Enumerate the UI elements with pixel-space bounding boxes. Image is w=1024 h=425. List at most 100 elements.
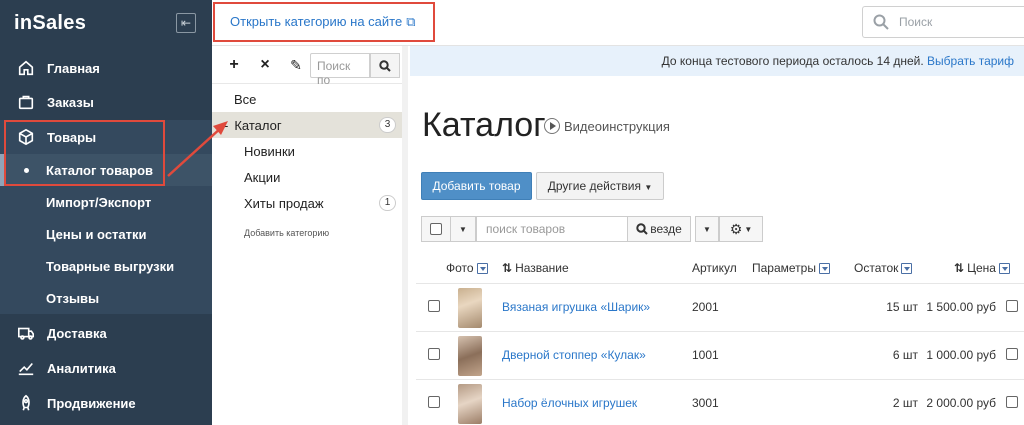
sidebar-item-delivery[interactable]: Доставка xyxy=(0,316,212,350)
column-label: Фото xyxy=(446,261,474,275)
column-photo[interactable]: Фото xyxy=(446,261,488,275)
row-checkbox[interactable] xyxy=(428,300,440,312)
product-name-link[interactable]: Набор ёлочных игрушек xyxy=(502,396,637,410)
play-icon xyxy=(544,118,560,134)
sidebar-subitem-feeds[interactable]: Товарные выгрузки xyxy=(0,250,212,282)
app-logo[interactable]: inSales xyxy=(14,12,86,35)
video-instruction-label: Видеоинструкция xyxy=(564,118,670,134)
sidebar-item-label: Доставка xyxy=(47,325,107,341)
table-header: Фото ⇅ Название Артикул Параметры Остаток… xyxy=(416,252,1024,282)
table-row[interactable]: Набор ёлочных игрушек 3001 2 шт 2 000.00… xyxy=(416,379,1024,425)
column-params[interactable]: Параметры xyxy=(752,261,830,275)
product-stock: 6 шт xyxy=(892,348,918,362)
sidebar-item-analytics[interactable]: Аналитика xyxy=(0,351,212,385)
close-icon[interactable]: × xyxy=(255,55,275,75)
product-thumbnail[interactable] xyxy=(458,336,482,376)
sidebar-item-label: Главная xyxy=(47,60,100,76)
global-search[interactable]: Поиск xyxy=(862,6,1024,38)
other-actions-label: Другие действия xyxy=(547,179,641,193)
sidebar-subitem-import-export[interactable]: Импорт/Экспорт xyxy=(0,186,212,218)
product-thumbnail[interactable] xyxy=(458,384,482,424)
sidebar-subitem-label: Импорт/Экспорт xyxy=(46,194,152,210)
product-price: 1 500.00 руб xyxy=(926,300,996,314)
row-checkbox[interactable] xyxy=(428,348,440,360)
category-item-catalog[interactable]: - Каталог 3 xyxy=(212,112,402,138)
checkbox xyxy=(430,223,442,235)
global-search-placeholder: Поиск xyxy=(899,15,933,29)
search-scope-button[interactable]: везде xyxy=(627,216,691,242)
category-label: Все xyxy=(234,91,257,107)
category-search-button[interactable] xyxy=(370,53,400,78)
table-row[interactable]: Дверной стоппер «Кулак» 1001 6 шт 1 000.… xyxy=(416,331,1024,379)
sidebar-item-orders[interactable]: Заказы xyxy=(0,85,212,119)
bulk-select-dropdown[interactable]: ▼ xyxy=(450,216,476,242)
column-price[interactable]: ⇅ Цена xyxy=(954,261,1010,275)
other-actions-dropdown[interactable]: Другие действия ▼ xyxy=(536,172,664,200)
sort-icon: ⇅ xyxy=(954,261,965,275)
collapse-left-icon[interactable]: ⇤ xyxy=(176,13,196,33)
table-row[interactable]: Вязаная игрушка «Шарик» 2001 15 шт 1 500… xyxy=(416,283,1024,331)
pencil-icon[interactable]: ✎ xyxy=(286,55,306,75)
row-action-checkbox[interactable] xyxy=(1006,348,1018,360)
bag-icon xyxy=(16,92,36,112)
sidebar-subitem-reviews[interactable]: Отзывы xyxy=(0,282,212,314)
category-toolbar: + × ✎ Поиск по xyxy=(212,46,408,87)
column-name[interactable]: ⇅ Название xyxy=(502,261,569,275)
sort-icon: ⇅ xyxy=(502,261,513,275)
caret-down-icon: ▼ xyxy=(459,224,467,234)
add-category-link[interactable]: Добавить категорию xyxy=(244,228,329,238)
column-label: Название xyxy=(515,261,569,275)
column-label: Цена xyxy=(967,261,996,275)
row-action-checkbox[interactable] xyxy=(1006,300,1018,312)
dropdown-icon[interactable] xyxy=(998,262,1010,274)
product-price: 1 000.00 руб xyxy=(926,348,996,362)
product-name-link[interactable]: Дверной стоппер «Кулак» xyxy=(502,348,646,362)
category-item-hits[interactable]: Хиты продаж 1 xyxy=(212,190,402,216)
gear-icon: ⚙ xyxy=(729,220,743,237)
column-label: Параметры xyxy=(752,261,816,275)
add-icon[interactable]: + xyxy=(224,55,244,75)
dropdown-icon[interactable] xyxy=(476,262,488,274)
video-instruction-link[interactable]: Видеоинструкция xyxy=(544,118,670,134)
category-item-sales[interactable]: Акции xyxy=(212,164,402,190)
category-label: Акции xyxy=(244,169,281,185)
category-item-all[interactable]: Все xyxy=(212,86,402,112)
category-panel: + × ✎ Поиск по Все - Каталог 3 Новинки А… xyxy=(212,46,408,425)
product-name-link[interactable]: Вязаная игрушка «Шарик» xyxy=(502,300,650,314)
panel-scrollbar[interactable] xyxy=(402,46,408,425)
row-action-checkbox[interactable] xyxy=(1006,396,1018,408)
column-label: Артикул xyxy=(692,261,737,275)
settings-dropdown[interactable]: ⚙ ▼ xyxy=(719,216,763,242)
dropdown-icon[interactable] xyxy=(901,262,913,274)
column-label: Остаток xyxy=(854,261,899,275)
scope-dropdown[interactable]: ▼ xyxy=(695,216,719,242)
product-search-input[interactable]: поиск товаров xyxy=(476,216,628,242)
choose-plan-link[interactable]: Выбрать тариф xyxy=(927,54,1014,68)
column-sku[interactable]: Артикул xyxy=(692,261,737,275)
product-stock: 15 шт xyxy=(886,300,918,314)
search-icon xyxy=(873,14,889,30)
trial-text: До конца тестового периода осталось 14 д… xyxy=(661,54,924,68)
highlight-box xyxy=(213,2,435,42)
category-item-new[interactable]: Новинки xyxy=(212,138,402,164)
collapse-dash-icon[interactable]: - xyxy=(224,118,228,133)
select-all-checkbox[interactable] xyxy=(421,216,451,242)
page-title: Каталог xyxy=(422,106,546,144)
dropdown-icon[interactable] xyxy=(818,262,830,274)
caret-down-icon: ▼ xyxy=(644,183,653,192)
product-thumbnail[interactable] xyxy=(458,288,482,328)
column-stock[interactable]: Остаток xyxy=(854,261,913,275)
product-stock: 2 шт xyxy=(892,396,918,410)
add-product-button[interactable]: Добавить товар xyxy=(421,172,532,200)
sidebar-item-promotion[interactable]: Продвижение xyxy=(0,386,212,420)
category-search-input[interactable]: Поиск по xyxy=(310,53,370,87)
row-checkbox[interactable] xyxy=(428,396,440,408)
product-sku: 3001 xyxy=(692,396,719,410)
sidebar-subitem-prices[interactable]: Цены и остатки xyxy=(0,218,212,250)
category-count-badge: 1 xyxy=(379,195,396,211)
search-icon xyxy=(379,59,391,72)
category-label: Новинки xyxy=(244,143,295,159)
highlight-box xyxy=(4,120,165,186)
product-price: 2 000.00 руб xyxy=(926,396,996,410)
sidebar-item-home[interactable]: Главная xyxy=(0,51,212,85)
